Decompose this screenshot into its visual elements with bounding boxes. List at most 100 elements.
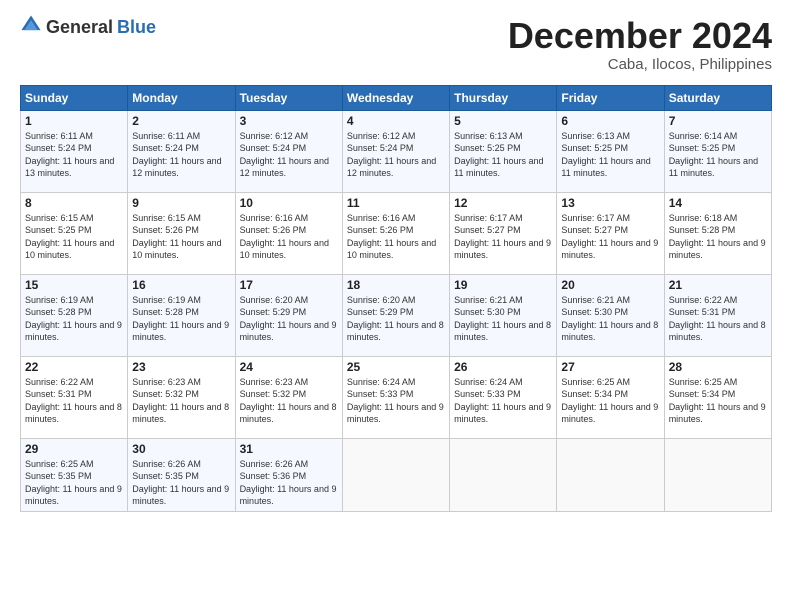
day-number: 17: [240, 278, 338, 292]
table-row: 27Sunrise: 6:25 AMSunset: 5:34 PMDayligh…: [557, 356, 664, 438]
day-number: 28: [669, 360, 767, 374]
day-number: 14: [669, 196, 767, 210]
table-row: [664, 438, 771, 511]
col-sunday: Sunday: [21, 85, 128, 110]
table-row: 30 Sunrise: 6:26 AMSunset: 5:35 PMDayligh…: [128, 438, 235, 511]
day-info: Sunrise: 6:13 AMSunset: 5:25 PMDaylight:…: [454, 131, 543, 179]
day-number: 11: [347, 196, 445, 210]
day-info: Sunrise: 6:13 AMSunset: 5:25 PMDaylight:…: [561, 131, 650, 179]
day-info: Sunrise: 6:15 AMSunset: 5:25 PMDaylight:…: [25, 213, 114, 261]
day-number: 12: [454, 196, 552, 210]
col-friday: Friday: [557, 85, 664, 110]
header: General Blue December 2024 Caba, Ilocos,…: [20, 16, 772, 73]
day-number: 23: [132, 360, 230, 374]
day-number: 18: [347, 278, 445, 292]
day-info: Sunrise: 6:12 AMSunset: 5:24 PMDaylight:…: [240, 131, 329, 179]
table-row: 13 Sunrise: 6:17 AMSunset: 5:27 PMDayligh…: [557, 192, 664, 274]
table-row: 1 Sunrise: 6:11 AMSunset: 5:24 PMDaylight…: [21, 110, 128, 192]
table-row: 6Sunrise: 6:13 AMSunset: 5:25 PMDaylight…: [557, 110, 664, 192]
table-row: 3 Sunrise: 6:12 AMSunset: 5:24 PMDaylight…: [235, 110, 342, 192]
day-info: Sunrise: 6:20 AMSunset: 5:29 PMDaylight:…: [240, 295, 337, 343]
day-info: Sunrise: 6:21 AMSunset: 5:30 PMDaylight:…: [561, 295, 658, 343]
day-info: Sunrise: 6:22 AMSunset: 5:31 PMDaylight:…: [669, 295, 766, 343]
day-info: Sunrise: 6:16 AMSunset: 5:26 PMDaylight:…: [347, 213, 436, 261]
table-row: [557, 438, 664, 511]
table-row: [342, 438, 449, 511]
table-row: 19 Sunrise: 6:21 AMSunset: 5:30 PMDayligh…: [450, 274, 557, 356]
day-info: Sunrise: 6:24 AMSunset: 5:33 PMDaylight:…: [347, 377, 444, 425]
table-row: 17 Sunrise: 6:20 AMSunset: 5:29 PMDayligh…: [235, 274, 342, 356]
day-number: 2: [132, 114, 230, 128]
col-saturday: Saturday: [664, 85, 771, 110]
day-info: Sunrise: 6:11 AMSunset: 5:24 PMDaylight:…: [132, 131, 221, 179]
logo-icon: [20, 14, 42, 36]
table-row: [450, 438, 557, 511]
page: General Blue December 2024 Caba, Ilocos,…: [0, 0, 792, 612]
day-info: Sunrise: 6:22 AMSunset: 5:31 PMDaylight:…: [25, 377, 122, 425]
table-row: 25 Sunrise: 6:24 AMSunset: 5:33 PMDayligh…: [342, 356, 449, 438]
col-wednesday: Wednesday: [342, 85, 449, 110]
day-number: 25: [347, 360, 445, 374]
table-row: 8 Sunrise: 6:15 AMSunset: 5:25 PMDaylight…: [21, 192, 128, 274]
day-number: 16: [132, 278, 230, 292]
day-info: Sunrise: 6:26 AMSunset: 5:35 PMDaylight:…: [132, 459, 229, 507]
day-number: 5: [454, 114, 552, 128]
day-info: Sunrise: 6:19 AMSunset: 5:28 PMDaylight:…: [25, 295, 122, 343]
day-info: Sunrise: 6:17 AMSunset: 5:27 PMDaylight:…: [561, 213, 658, 261]
day-info: Sunrise: 6:25 AMSunset: 5:35 PMDaylight:…: [25, 459, 122, 507]
day-number: 27: [561, 360, 659, 374]
logo: General Blue: [20, 16, 156, 38]
day-number: 9: [132, 196, 230, 210]
table-row: 20 Sunrise: 6:21 AMSunset: 5:30 PMDayligh…: [557, 274, 664, 356]
col-tuesday: Tuesday: [235, 85, 342, 110]
day-info: Sunrise: 6:12 AMSunset: 5:24 PMDaylight:…: [347, 131, 436, 179]
table-row: 18 Sunrise: 6:20 AMSunset: 5:29 PMDayligh…: [342, 274, 449, 356]
col-monday: Monday: [128, 85, 235, 110]
day-number: 22: [25, 360, 123, 374]
day-number: 31: [240, 442, 338, 456]
title-block: December 2024 Caba, Ilocos, Philippines: [508, 16, 772, 73]
day-number: 30: [132, 442, 230, 456]
table-row: 22 Sunrise: 6:22 AMSunset: 5:31 PMDayligh…: [21, 356, 128, 438]
day-number: 8: [25, 196, 123, 210]
table-row: 14 Sunrise: 6:18 AMSunset: 5:28 PMDayligh…: [664, 192, 771, 274]
calendar-header-row: Sunday Monday Tuesday Wednesday Thursday…: [21, 85, 772, 110]
logo-blue-text: Blue: [117, 17, 156, 38]
month-title: December 2024: [508, 16, 772, 56]
table-row: 10Sunrise: 6:16 AMSunset: 5:26 PMDayligh…: [235, 192, 342, 274]
table-row: 4 Sunrise: 6:12 AMSunset: 5:24 PMDaylight…: [342, 110, 449, 192]
day-info: Sunrise: 6:17 AMSunset: 5:27 PMDaylight:…: [454, 213, 551, 261]
day-number: 26: [454, 360, 552, 374]
day-info: Sunrise: 6:20 AMSunset: 5:29 PMDaylight:…: [347, 295, 444, 343]
day-info: Sunrise: 6:25 AMSunset: 5:34 PMDaylight:…: [669, 377, 766, 425]
table-row: 9 Sunrise: 6:15 AMSunset: 5:26 PMDaylight…: [128, 192, 235, 274]
day-info: Sunrise: 6:18 AMSunset: 5:28 PMDaylight:…: [669, 213, 766, 261]
table-row: 31 Sunrise: 6:26 AMSunset: 5:36 PMDayligh…: [235, 438, 342, 511]
table-row: 23Sunrise: 6:23 AMSunset: 5:32 PMDayligh…: [128, 356, 235, 438]
day-info: Sunrise: 6:26 AMSunset: 5:36 PMDaylight:…: [240, 459, 337, 507]
table-row: 11 Sunrise: 6:16 AMSunset: 5:26 PMDayligh…: [342, 192, 449, 274]
table-row: 15Sunrise: 6:19 AMSunset: 5:28 PMDayligh…: [21, 274, 128, 356]
day-number: 29: [25, 442, 123, 456]
day-info: Sunrise: 6:11 AMSunset: 5:24 PMDaylight:…: [25, 131, 114, 179]
calendar-table: Sunday Monday Tuesday Wednesday Thursday…: [20, 85, 772, 512]
day-info: Sunrise: 6:16 AMSunset: 5:26 PMDaylight:…: [240, 213, 329, 261]
table-row: 16 Sunrise: 6:19 AMSunset: 5:28 PMDayligh…: [128, 274, 235, 356]
day-number: 7: [669, 114, 767, 128]
day-info: Sunrise: 6:15 AMSunset: 5:26 PMDaylight:…: [132, 213, 221, 261]
table-row: 12 Sunrise: 6:17 AMSunset: 5:27 PMDayligh…: [450, 192, 557, 274]
day-number: 19: [454, 278, 552, 292]
day-info: Sunrise: 6:14 AMSunset: 5:25 PMDaylight:…: [669, 131, 758, 179]
day-number: 1: [25, 114, 123, 128]
day-number: 20: [561, 278, 659, 292]
table-row: 21 Sunrise: 6:22 AMSunset: 5:31 PMDayligh…: [664, 274, 771, 356]
logo-general-text: General: [46, 17, 113, 38]
day-number: 4: [347, 114, 445, 128]
col-thursday: Thursday: [450, 85, 557, 110]
day-info: Sunrise: 6:19 AMSunset: 5:28 PMDaylight:…: [132, 295, 229, 343]
table-row: 28 Sunrise: 6:25 AMSunset: 5:34 PMDayligh…: [664, 356, 771, 438]
day-number: 3: [240, 114, 338, 128]
day-number: 21: [669, 278, 767, 292]
day-info: Sunrise: 6:21 AMSunset: 5:30 PMDaylight:…: [454, 295, 551, 343]
day-number: 13: [561, 196, 659, 210]
